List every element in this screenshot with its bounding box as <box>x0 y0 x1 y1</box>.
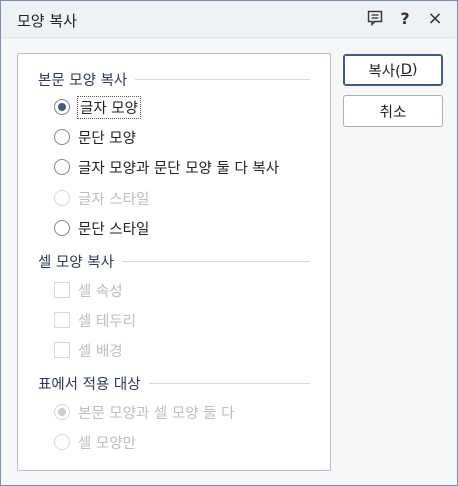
radio-button-disabled <box>54 434 70 450</box>
close-icon[interactable]: × <box>425 8 445 29</box>
checkbox-disabled <box>54 312 70 328</box>
radio-cell-only: 셀 모양만 <box>54 431 136 453</box>
radio-para-style[interactable]: 문단 스타일 <box>54 217 149 239</box>
radio-button[interactable] <box>54 159 70 175</box>
checkbox-disabled <box>54 342 70 358</box>
radio-char-and-para[interactable]: 글자 모양과 문단 모양 둘 다 복사 <box>54 156 279 178</box>
radio-button-checked[interactable] <box>54 99 70 115</box>
title-bar: 모양 복사 ? × <box>1 1 457 38</box>
checkbox-disabled <box>54 282 70 298</box>
radio-label: 글자 스타일 <box>78 191 150 208</box>
radio-button-disabled-checked <box>54 404 70 420</box>
checkbox-label: 셀 테두리 <box>78 313 136 330</box>
radio-button-disabled <box>54 190 70 206</box>
checkbox-label: 셀 배경 <box>78 343 123 360</box>
radio-char-shape[interactable]: 글자 모양 <box>54 95 141 119</box>
radio-para-shape[interactable]: 문단 모양 <box>54 126 136 148</box>
radio-label: 문단 모양 <box>78 130 136 147</box>
section-title-body: 본문 모양 복사 <box>38 69 136 90</box>
dialog-title: 모양 복사 <box>17 12 77 30</box>
comment-icon[interactable] <box>365 8 385 28</box>
copy-shape-dialog: 모양 복사 ? × 본문 모양 복사 글자 모양 문단 모양 글자 모양과 문단… <box>0 0 458 486</box>
options-panel: 본문 모양 복사 글자 모양 문단 모양 글자 모양과 문단 모양 둘 다 복사… <box>17 53 331 471</box>
check-cell-props: 셀 속성 <box>54 279 123 301</box>
check-cell-border: 셀 테두리 <box>54 309 136 331</box>
radio-label: 본문 모양과 셀 모양 둘 다 <box>78 405 235 422</box>
copy-button-label-end: ) <box>411 62 418 78</box>
radio-label: 문단 스타일 <box>78 221 150 238</box>
copy-button[interactable]: 복사(D) <box>343 54 443 86</box>
check-cell-background: 셀 배경 <box>54 339 123 361</box>
section-title-table: 표에서 적용 대상 <box>38 373 149 394</box>
radio-body-and-cell: 본문 모양과 셀 모양 둘 다 <box>54 401 234 423</box>
radio-char-style: 글자 스타일 <box>54 187 149 209</box>
checkbox-label: 셀 속성 <box>78 283 123 300</box>
radio-label: 셀 모양만 <box>78 435 136 452</box>
copy-button-label: 복사( <box>368 63 401 80</box>
cancel-button[interactable]: 취소 <box>343 95 443 127</box>
radio-label: 글자 모양 <box>77 95 141 119</box>
copy-button-accelerator: D <box>400 62 412 78</box>
radio-label: 글자 모양과 문단 모양 둘 다 복사 <box>78 160 280 177</box>
radio-button[interactable] <box>54 129 70 145</box>
radio-button[interactable] <box>54 220 70 236</box>
section-title-cell: 셀 모양 복사 <box>38 251 122 272</box>
help-icon[interactable]: ? <box>395 8 415 28</box>
